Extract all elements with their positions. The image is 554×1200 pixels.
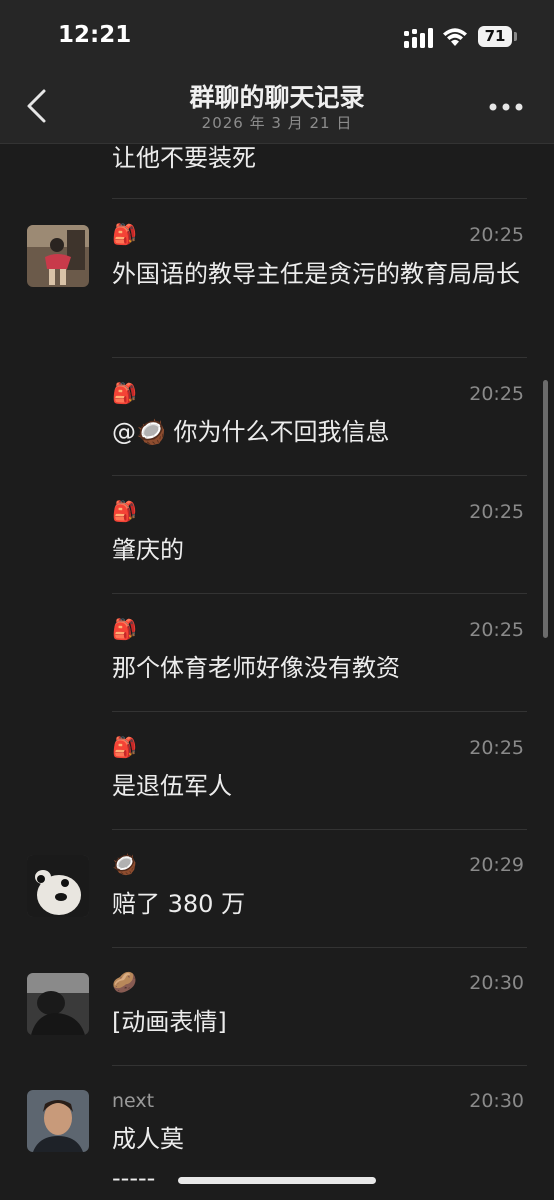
message-text[interactable]: @🥥 你为什么不回我信息	[112, 412, 527, 452]
avatar-photo-icon	[27, 225, 89, 287]
sender-emoji: 🎒	[112, 501, 137, 523]
message-time: 20:29	[469, 854, 524, 876]
status-time: 12:21	[58, 22, 132, 48]
backpack-icon: 🎒	[112, 617, 137, 641]
message-time: 20:25	[469, 619, 524, 641]
battery-indicator: 71	[478, 26, 512, 47]
message-text[interactable]: 成人莫	[112, 1119, 527, 1159]
nav-bar: 群聊的聊天记录 2026 年 3 月 21 日	[0, 68, 554, 144]
scrollbar[interactable]	[543, 380, 548, 638]
mention-at: @	[112, 418, 136, 446]
more-options-icon[interactable]	[488, 102, 524, 112]
message-text[interactable]: 赔了 380 万	[112, 884, 527, 924]
sender-emoji: 🥔	[112, 972, 137, 994]
page-subtitle-date: 2026 年 3 月 21 日	[201, 114, 353, 132]
page-title: 群聊的聊天记录	[189, 83, 365, 112]
avatar[interactable]	[27, 1090, 89, 1152]
avatar[interactable]	[27, 973, 89, 1035]
sender-emoji: 🥥	[112, 854, 137, 876]
message-body: 你为什么不回我信息	[165, 418, 390, 446]
divider	[112, 475, 527, 476]
sender-name: next	[112, 1090, 155, 1112]
sender-emoji: 🎒	[112, 383, 137, 405]
coconut-icon: 🥥	[112, 852, 137, 876]
message-time: 20:30	[469, 972, 524, 994]
backpack-icon: 🎒	[112, 735, 137, 759]
coconut-icon: 🥥	[136, 418, 166, 446]
message-text[interactable]: 让他不要装死	[112, 138, 527, 178]
dog-avatar-icon	[27, 855, 89, 917]
sender-emoji: 🎒	[112, 619, 137, 641]
message-time: 20:25	[469, 224, 524, 246]
battery-tip	[514, 32, 517, 41]
message-text[interactable]: 外国语的教导主任是贪污的教育局局长	[112, 254, 527, 294]
divider	[112, 198, 527, 199]
message-time: 20:25	[469, 737, 524, 759]
divider	[112, 947, 527, 948]
divider	[112, 711, 527, 712]
person-avatar-icon	[27, 973, 89, 1035]
message-time: 20:25	[469, 383, 524, 405]
status-bar: 12:21 71	[0, 0, 554, 68]
backpack-icon: 🎒	[112, 499, 137, 523]
divider	[112, 829, 527, 830]
backpack-icon: 🎒	[112, 222, 137, 246]
potato-icon: 🥔	[112, 970, 137, 994]
message-text[interactable]: 那个体育老师好像没有教资	[112, 648, 527, 688]
home-indicator[interactable]	[178, 1177, 376, 1184]
divider	[112, 593, 527, 594]
sender-emoji: 🎒	[112, 224, 137, 246]
divider	[112, 1065, 527, 1066]
divider	[112, 357, 527, 358]
message-time: 20:25	[469, 501, 524, 523]
message-text[interactable]: 肇庆的	[112, 530, 527, 570]
wifi-icon	[443, 28, 467, 46]
backpack-icon: 🎒	[112, 381, 137, 405]
message-text[interactable]: [动画表情]	[112, 1002, 527, 1042]
portrait-avatar-icon	[27, 1090, 89, 1152]
message-time: 20:30	[469, 1090, 524, 1112]
avatar[interactable]	[27, 225, 89, 287]
cellular-signal-icon	[404, 28, 433, 48]
sender-emoji: 🎒	[112, 737, 137, 759]
avatar[interactable]	[27, 855, 89, 917]
message-text[interactable]: 是退伍军人	[112, 766, 527, 806]
